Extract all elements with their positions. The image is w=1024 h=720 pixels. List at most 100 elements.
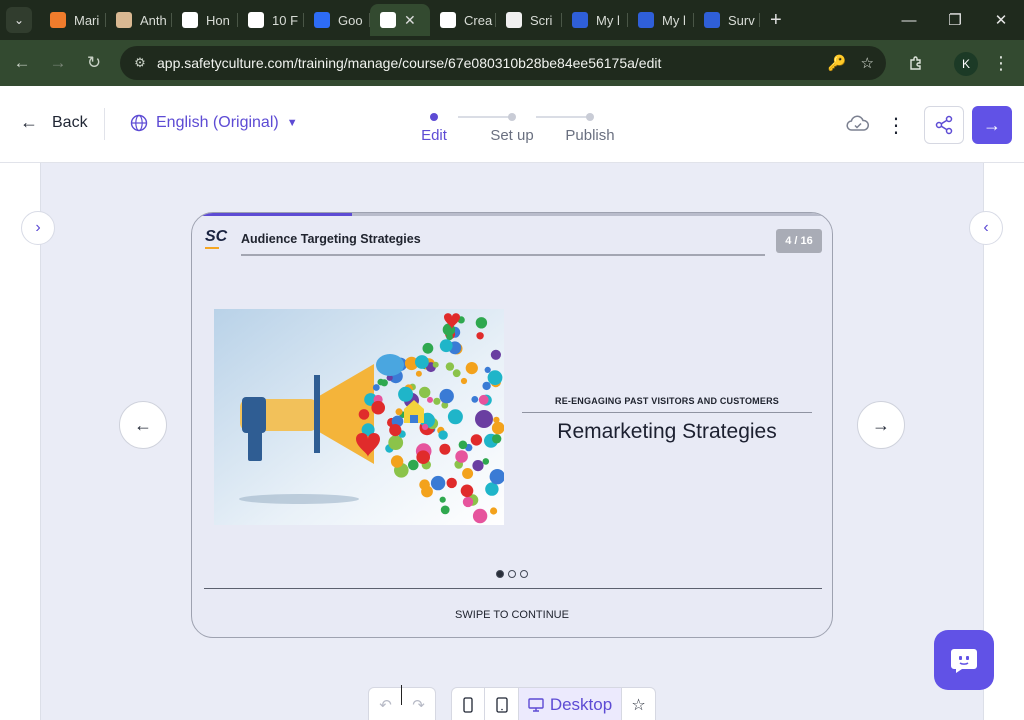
step-edit[interactable]: Edit <box>399 106 469 144</box>
social-media-icon <box>490 507 498 515</box>
url-text[interactable]: app.safetyculture.com/training/manage/co… <box>157 55 661 71</box>
social-media-icon <box>462 496 474 508</box>
previous-slide-button[interactable]: ← <box>119 401 167 449</box>
star-icon: ☆ <box>631 697 646 714</box>
header-divider <box>104 108 105 140</box>
close-tab-icon[interactable]: ✕ <box>404 12 416 29</box>
social-media-icon <box>493 416 500 424</box>
social-media-icon <box>439 339 453 353</box>
browser-tab[interactable]: Scri <box>496 4 562 36</box>
browser-tab[interactable]: ✕ <box>370 4 430 36</box>
continue-button[interactable]: → <box>972 106 1012 144</box>
arrow-left-icon: ← <box>134 414 152 435</box>
arrow-right-icon: → <box>872 414 890 435</box>
cloud-saved-icon <box>846 114 872 136</box>
browser-tab[interactable]: Surv <box>694 4 760 36</box>
preview-device-switcher: Desktop ☆ <box>451 687 656 720</box>
expand-left-panel-button[interactable]: › <box>21 211 55 245</box>
social-media-icon <box>460 484 474 498</box>
browser-tab[interactable]: Goo <box>304 4 370 36</box>
share-button[interactable] <box>924 106 964 144</box>
back-button[interactable]: ← Back <box>20 112 88 133</box>
title-underline <box>241 254 765 256</box>
notion-icon <box>182 12 198 28</box>
social-media-icon <box>482 381 491 391</box>
help-chat-button[interactable] <box>934 630 994 690</box>
browser-tab[interactable]: My l <box>628 4 694 36</box>
social-media-icon <box>484 366 491 373</box>
browser-tab-strip: ⌄ Mari Anth Hon 10 F Goo ✕ Crea Scri My l My l Sur… <box>0 0 1024 40</box>
next-slide-button[interactable]: → <box>857 401 905 449</box>
profile-avatar[interactable]: K <box>954 52 978 76</box>
social-media-icon <box>380 379 388 387</box>
social-media-icon <box>433 397 441 405</box>
browser-forward-button[interactable]: → <box>40 45 76 81</box>
site-settings-icon[interactable]: ⚙ <box>126 55 154 71</box>
pager-dot[interactable] <box>520 570 528 578</box>
browser-tab[interactable]: Hon <box>172 4 238 36</box>
social-media-icon <box>460 377 468 385</box>
desktop-view-button[interactable]: Desktop <box>519 688 622 720</box>
social-media-icon <box>371 401 382 412</box>
step-dot <box>508 113 516 121</box>
minimize-button[interactable]: — <box>886 0 932 40</box>
browser-menu-icon[interactable]: ⋮ <box>990 47 1012 79</box>
browser-tab[interactable]: Anth <box>106 4 172 36</box>
browser-tab[interactable]: 10 F <box>238 4 304 36</box>
tablet-view-button[interactable] <box>485 688 519 720</box>
step-setup[interactable]: Set up <box>477 106 547 144</box>
favorite-button[interactable]: ☆ <box>622 688 655 720</box>
step-publish[interactable]: Publish <box>555 106 625 144</box>
social-media-icon <box>440 505 450 515</box>
heading-divider <box>522 412 812 413</box>
more-options-icon[interactable]: ⋮ <box>884 110 908 140</box>
social-media-icon <box>478 394 489 405</box>
tab-search-menu[interactable]: ⌄ <box>6 7 32 33</box>
social-media-icon <box>472 508 488 524</box>
text-cursor <box>401 685 402 705</box>
butterfly-icon <box>314 12 330 28</box>
close-window-button[interactable]: ✕ <box>978 0 1024 40</box>
caret-down-icon: ▼ <box>286 117 298 129</box>
step-dot <box>430 113 438 121</box>
social-media-icon <box>491 421 504 435</box>
language-selector[interactable]: English (Original) ▼ <box>130 114 298 132</box>
tab-title: My l <box>596 12 620 28</box>
pager-dot[interactable] <box>496 570 504 578</box>
reload-button[interactable]: ↻ <box>76 45 112 81</box>
social-media-icon <box>422 423 429 430</box>
social-media-icon <box>395 408 403 416</box>
restore-button[interactable]: ❐ <box>932 0 978 40</box>
browser-tab[interactable]: Crea <box>430 4 496 36</box>
expand-right-panel-button[interactable]: ‹ <box>969 211 1003 245</box>
social-media-icon <box>419 386 431 399</box>
browser-back-button[interactable]: ← <box>4 45 40 81</box>
key-icon[interactable]: 🔑 <box>828 54 847 72</box>
bookmark-star-icon[interactable]: ☆ <box>861 54 874 72</box>
social-media-icon <box>455 450 468 463</box>
rainbow-icon <box>506 12 522 28</box>
browser-tab[interactable]: Mari <box>40 4 106 36</box>
share-icon <box>935 115 953 135</box>
social-media-icon <box>444 390 452 398</box>
megaphone-illustration <box>214 309 504 525</box>
social-media-icon <box>398 386 414 402</box>
social-media-icon <box>445 362 455 371</box>
extensions-icon[interactable] <box>900 47 932 79</box>
redo-icon[interactable]: ↷ <box>402 688 435 720</box>
history-controls: ↶ ↷ <box>368 687 436 720</box>
pager-dot[interactable] <box>508 570 516 578</box>
slide-card: SC Audience Targeting Strategies 4 / 16 <box>191 212 833 638</box>
footer-divider <box>204 588 822 589</box>
new-tab-button[interactable]: + <box>770 9 782 32</box>
browser-tab[interactable]: My l <box>562 4 628 36</box>
social-media-icon <box>430 475 446 491</box>
social-media-icon <box>372 384 380 391</box>
omnibox[interactable]: ⚙ app.safetyculture.com/training/manage/… <box>120 46 886 80</box>
browser-toolbar: ← → ↻ ⚙ app.safetyculture.com/training/m… <box>0 40 1024 86</box>
social-media-icon <box>447 409 463 425</box>
back-label: Back <box>52 113 88 131</box>
mobile-view-button[interactable] <box>452 688 485 720</box>
undo-icon[interactable]: ↶ <box>369 688 402 720</box>
social-media-icon <box>458 440 468 450</box>
